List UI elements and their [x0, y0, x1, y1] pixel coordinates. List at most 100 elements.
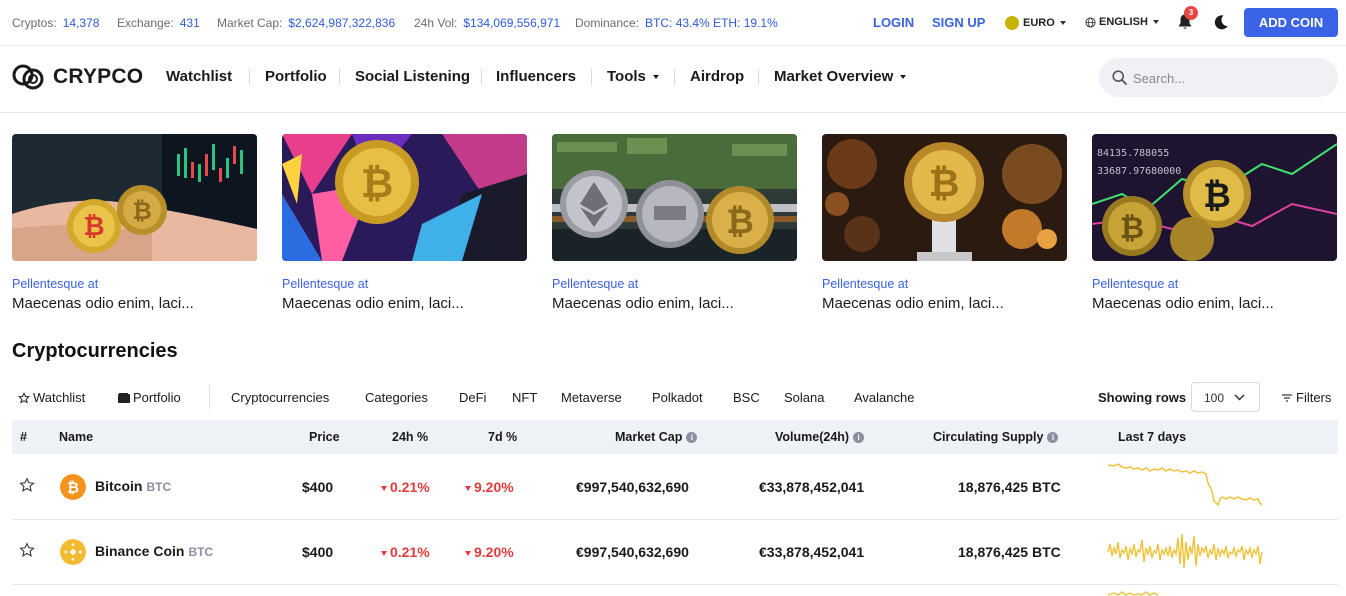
news-title-link[interactable]: Maecenas odio enim, laci... — [12, 295, 194, 312]
login-link[interactable]: LOGIN — [873, 15, 914, 30]
language-label: ENGLISH — [1099, 16, 1148, 28]
col-market-cap[interactable]: Market Cap i — [615, 430, 698, 444]
col-volume[interactable]: Volume(24h) i — [775, 430, 865, 444]
info-icon[interactable]: i — [1047, 431, 1059, 443]
filter-metaverse[interactable]: Metaverse — [561, 390, 622, 405]
news-image-coins-on-motherboard[interactable]: ₿ — [552, 134, 797, 261]
stat-24h-vol-value[interactable]: $134,069,556,971 — [463, 16, 560, 30]
news-title-link[interactable]: Maecenas odio enim, laci... — [1092, 295, 1274, 312]
sparkline-chart — [1107, 463, 1263, 507]
news-category-link[interactable]: Pellentesque at — [1092, 277, 1178, 291]
news-image-colorful-bitcoin[interactable]: ₿ — [282, 134, 527, 261]
logo-text[interactable]: CRYPCO — [53, 65, 143, 89]
stat-24h-vol: 24h Vol: $134,069,556,971 — [414, 16, 561, 30]
sparkline-chart — [1107, 591, 1159, 596]
nav-watchlist[interactable]: Watchlist — [166, 68, 232, 85]
nav-social-listening[interactable]: Social Listening — [355, 68, 470, 85]
news-category-link[interactable]: Pellentesque at — [552, 277, 638, 291]
sparkline-line — [1107, 463, 1263, 507]
signup-link[interactable]: SIGN UP — [932, 15, 985, 30]
col-price[interactable]: Price — [309, 430, 340, 444]
filter-polkadot[interactable]: Polkadot — [652, 390, 703, 405]
news-title-link[interactable]: Maecenas odio enim, laci... — [822, 295, 1004, 312]
currency-selector[interactable]: EURO — [1005, 14, 1066, 32]
news-image-bitcoin-stand-bokeh[interactable]: ₿ — [822, 134, 1067, 261]
change-7d-cell: 9.20% — [465, 479, 514, 495]
news-category-link[interactable]: Pellentesque at — [822, 277, 908, 291]
chevron-down-icon — [1234, 394, 1245, 401]
news-image-bitcoins-chart[interactable]: 84135.788055 33687.97680000 ₿ ₿ — [1092, 134, 1337, 261]
info-icon[interactable]: i — [853, 431, 865, 443]
stat-dominance-value[interactable]: BTC: 43.4% ETH: 19.1% — [645, 16, 778, 30]
showing-rows-label: Showing rows — [1098, 390, 1187, 405]
filter-watchlist[interactable]: Watchlist — [18, 390, 85, 405]
volume-cell: €33,878,452,041 — [759, 479, 865, 495]
price-cell: $400 — [302, 479, 334, 495]
info-icon[interactable]: i — [686, 431, 698, 443]
nav-divider — [674, 69, 675, 85]
stat-cryptos-value[interactable]: 14,378 — [63, 16, 100, 30]
crypco-logo-icon[interactable] — [12, 63, 46, 91]
search-box[interactable] — [1099, 58, 1338, 97]
chevron-down-icon — [652, 75, 659, 80]
dark-mode-moon-icon[interactable] — [1213, 14, 1229, 31]
col-name[interactable]: Name — [59, 430, 93, 444]
col-last-7-days: Last 7 days — [1118, 430, 1187, 444]
search-icon — [1112, 70, 1127, 85]
news-category-link[interactable]: Pellentesque at — [282, 277, 368, 291]
filter-portfolio[interactable]: Portfolio — [118, 390, 181, 405]
news-category-link[interactable]: Pellentesque at — [12, 277, 98, 291]
table-row[interactable]: Binance Coin BTC $400 0.21% 9.20% €997,54… — [12, 520, 1338, 585]
sparkline-line — [1107, 533, 1263, 569]
wallet-icon — [118, 392, 130, 403]
coin-name[interactable]: Binance Coin BTC — [95, 543, 213, 559]
star-icon[interactable] — [19, 477, 35, 493]
language-selector[interactable]: ENGLISH — [1085, 16, 1159, 28]
nav-portfolio[interactable]: Portfolio — [265, 68, 327, 85]
nav-market-overview[interactable]: Market Overview — [774, 68, 907, 85]
rows-per-page-select[interactable]: 100 — [1191, 382, 1260, 412]
search-input[interactable] — [1133, 68, 1323, 88]
svg-text:₿: ₿ — [1120, 211, 1144, 246]
filter-defi[interactable]: DeFi — [459, 390, 486, 405]
down-triangle-icon — [381, 550, 387, 556]
col-7d[interactable]: 7d % — [488, 430, 517, 444]
stat-exchange-value[interactable]: 431 — [180, 16, 200, 30]
chevron-down-icon — [1059, 21, 1066, 25]
news-title-link[interactable]: Maecenas odio enim, laci... — [552, 295, 734, 312]
nav-tools[interactable]: Tools — [607, 68, 659, 85]
add-coin-button[interactable]: ADD COIN — [1244, 8, 1338, 37]
down-triangle-icon — [465, 550, 471, 556]
svg-text:₿: ₿ — [726, 202, 754, 242]
filter-solana[interactable]: Solana — [784, 390, 824, 405]
filter-categories[interactable]: Categories — [365, 390, 428, 405]
news-card[interactable]: ₿ Pellentesque at Maecenas odio enim, la… — [552, 134, 797, 312]
col-24h[interactable]: 24h % — [392, 430, 428, 444]
news-title-link[interactable]: Maecenas odio enim, laci... — [282, 295, 464, 312]
filter-bsc[interactable]: BSC — [733, 390, 760, 405]
news-card[interactable]: ₿ Pellentesque at Maecenas odio enim, la… — [822, 134, 1067, 312]
nav-influencers[interactable]: Influencers — [496, 68, 576, 85]
col-circulating-supply[interactable]: Circulating Supply i — [933, 430, 1059, 444]
filters-button[interactable]: Filters — [1282, 390, 1331, 405]
filter-avalanche[interactable]: Avalanche — [854, 390, 914, 405]
market-cap-cell: €997,540,632,690 — [576, 479, 689, 495]
stat-cryptos: Cryptos: 14,378 — [12, 16, 100, 30]
bitcoin-icon: ₿ — [60, 474, 86, 500]
nav-airdrop[interactable]: Airdrop — [690, 68, 744, 85]
news-card[interactable]: ₿ Pellentesque at Maecenas odio enim, la… — [282, 134, 527, 312]
col-rank[interactable]: # — [20, 430, 27, 444]
table-row[interactable] — [12, 585, 1338, 596]
stat-market-cap: Market Cap: $2,624,987,322,836 — [217, 16, 396, 30]
filter-cryptocurrencies[interactable]: Cryptocurrencies — [231, 390, 329, 405]
stat-market-cap-value[interactable]: $2,624,987,322,836 — [288, 16, 395, 30]
table-row[interactable]: ₿ Bitcoin BTC $400 0.21% 9.20% €997,540,6… — [12, 455, 1338, 520]
news-card[interactable]: 84135.788055 33687.97680000 ₿ ₿ Pellente… — [1092, 134, 1337, 312]
news-card[interactable]: ₿ ₿ Pellentesque at Maecenas odio enim, … — [12, 134, 257, 312]
coin-name[interactable]: Bitcoin BTC — [95, 478, 171, 494]
filter-nft[interactable]: NFT — [512, 390, 537, 405]
news-image-hands-bitcoin[interactable]: ₿ ₿ — [12, 134, 257, 261]
chevron-down-icon — [1152, 20, 1159, 24]
star-icon[interactable] — [19, 542, 35, 558]
svg-text:33687.97680000: 33687.97680000 — [1097, 166, 1181, 177]
